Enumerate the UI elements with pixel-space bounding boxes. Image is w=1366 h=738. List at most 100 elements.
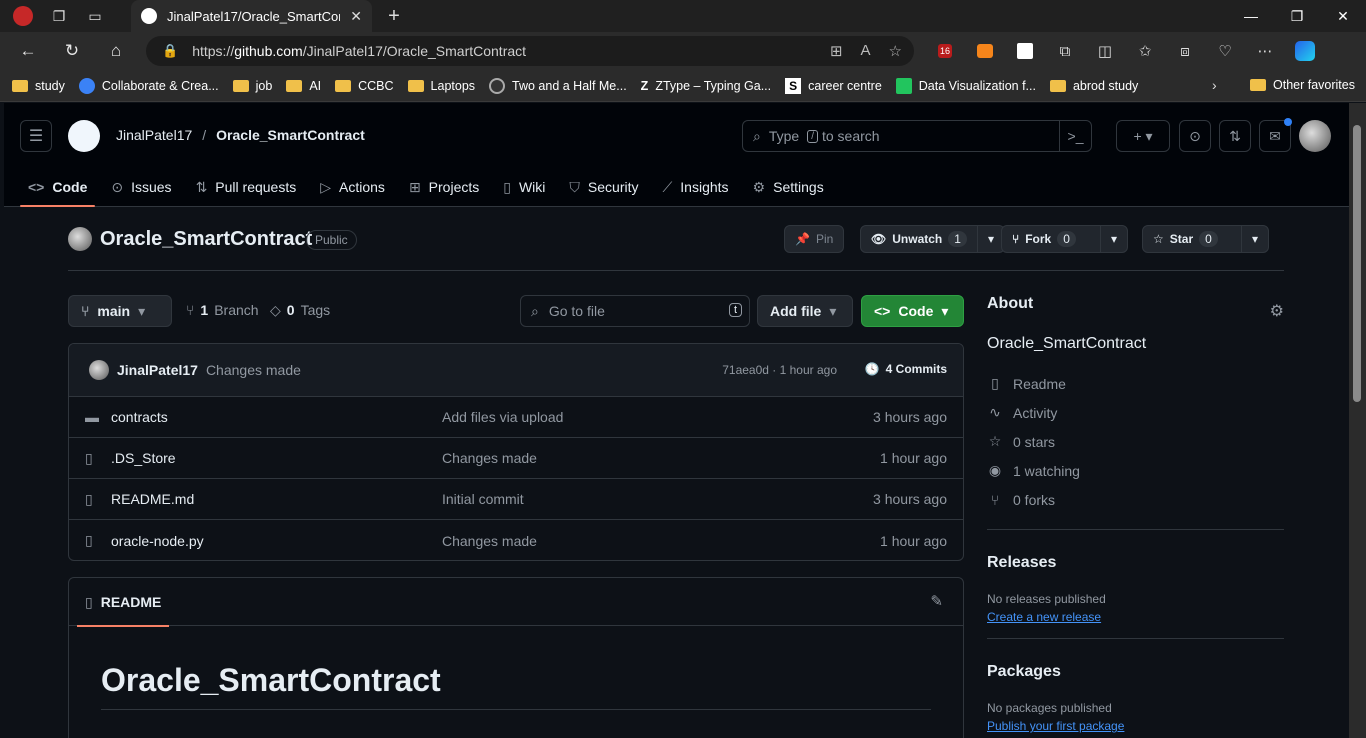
commit-message[interactable]: Changes made [206,362,301,378]
gear-icon[interactable]: ⚙ [1270,301,1284,321]
publish-package-link[interactable]: Publish your first package [987,719,1124,733]
file-commit-message[interactable]: Initial commit [442,491,524,507]
metamask-icon[interactable] [972,38,998,64]
star-button[interactable]: ☆ Star 0 ▾ [1142,225,1270,253]
close-window-button[interactable]: ✕ [1320,0,1366,32]
bookmark-item[interactable]: study [12,79,65,93]
table-row[interactable]: ▯ README.md Initial commit 3 hours ago [69,479,963,520]
readme-link[interactable]: ▯ Readme [987,369,1284,398]
fork-button[interactable]: ⑂ Fork 0 ▾ [1001,225,1129,253]
favorite-star-icon[interactable]: ☆ [889,42,902,60]
split-screen-icon[interactable]: ◫ [1092,38,1118,64]
copilot-icon[interactable] [1292,38,1318,64]
bookmark-ext-icon[interactable] [1012,38,1038,64]
other-favorites[interactable]: Other favorites [1250,78,1355,92]
create-release-link[interactable]: Create a new release [987,610,1101,624]
go-to-file-input[interactable]: ⌕ Go to file t [520,295,750,327]
profile-icon[interactable] [8,4,38,28]
file-commit-message[interactable]: Add files via upload [442,409,563,425]
bookmark-item[interactable]: AI [286,79,321,93]
bookmark-item[interactable]: Data Visualization f... [895,77,1036,94]
command-palette-icon[interactable]: >_ [1059,121,1091,151]
scrollbar-thumb[interactable] [1353,125,1361,402]
bookmark-item[interactable]: Scareer centre [785,77,882,94]
bookmark-item[interactable]: Laptops [407,79,475,93]
browser-tab[interactable]: JinalPatel17/Oracle_SmartContra ✕ [131,0,372,32]
chevron-right-icon[interactable]: › [1212,77,1217,93]
tab-insights[interactable]: ⟋ Insights [654,167,736,207]
file-commit-message[interactable]: Changes made [442,450,537,466]
owner-avatar[interactable] [68,227,92,251]
search-input[interactable]: ⌕ Type / to search >_ [742,120,1092,152]
tab-security[interactable]: ⛉ Security [561,167,646,207]
issues-icon[interactable]: ⊙ [1179,120,1211,152]
new-tab-button[interactable]: + [382,4,406,28]
workspaces-icon[interactable]: ❐ [44,4,74,28]
stars-link[interactable]: ☆ 0 stars [987,427,1284,456]
tab-pull-requests[interactable]: ⇅ Pull requests [188,167,305,207]
commits-link[interactable]: 🕓 4 Commits [865,362,947,376]
bookmark-item[interactable]: Collaborate & Crea... [78,77,219,94]
repo-link[interactable]: Oracle_SmartContract [216,127,365,143]
file-name[interactable]: oracle-node.py [111,533,204,549]
extensions-icon[interactable]: ⧉ [1052,38,1078,64]
code-button[interactable]: <> Code ▾ [861,295,964,327]
refresh-button[interactable]: ↻ [58,38,86,64]
branch-selector[interactable]: ⑂ main ▾ [68,295,172,327]
table-row[interactable]: ▬ contracts Add files via upload 3 hours… [69,397,963,438]
owner-link[interactable]: JinalPatel17 [116,127,192,143]
collections-icon[interactable]: ⧈ [1172,38,1198,64]
menu-button[interactable]: ☰ [20,120,52,152]
add-file-button[interactable]: Add file ▾ [757,295,853,327]
github-logo-icon[interactable] [68,120,100,152]
tags-link[interactable]: ◇ 0 Tags [270,302,330,319]
bookmark-item[interactable]: abrod study [1049,79,1138,93]
scrollbar[interactable] [1349,103,1366,738]
releases-title[interactable]: Releases [987,554,1284,572]
unwatch-button[interactable]: 👁 Unwatch 1 ▾ [860,225,1005,253]
table-row[interactable]: ▯ .DS_Store Changes made 1 hour ago [69,438,963,479]
avatar[interactable] [89,360,109,380]
file-name[interactable]: README.md [111,491,194,507]
tab-actions[interactable]: ▷ Actions [312,167,393,207]
activity-link[interactable]: ∿ Activity [987,398,1284,427]
tab-readme[interactable]: ▯ README [77,578,170,627]
file-commit-message[interactable]: Changes made [442,533,537,549]
tab-issues[interactable]: ⊙ Issues [103,167,179,207]
watching-link[interactable]: ◉ 1 watching [987,456,1284,485]
app-available-icon[interactable]: ⊞ [830,42,843,60]
extension-badge-icon[interactable]: 16 [932,38,958,64]
close-tab-icon[interactable]: ✕ [350,8,362,25]
table-row[interactable]: ▯ oracle-node.py Changes made 1 hour ago [69,520,963,560]
read-aloud-icon[interactable]: A [861,42,871,60]
pull-requests-icon[interactable]: ⇅ [1219,120,1251,152]
forks-link[interactable]: ⑂ 0 forks [987,485,1284,514]
minimize-button[interactable]: — [1228,0,1274,32]
chevron-down-icon[interactable]: ▾ [1100,226,1127,252]
back-button[interactable]: ← [14,38,42,64]
tab-code[interactable]: <> Code [20,167,96,207]
create-new-button[interactable]: + ▾ [1116,120,1170,152]
commit-author[interactable]: JinalPatel17 [117,362,198,378]
bookmark-item[interactable]: CCBC [335,79,394,93]
settings-more-icon[interactable]: ⋯ [1252,38,1278,64]
address-bar[interactable]: 🔒 https://github.com/JinalPatel17/Oracle… [146,36,914,66]
bookmark-item[interactable]: job [232,79,272,93]
home-button[interactable]: ⌂ [102,38,130,64]
maximize-button[interactable]: ❐ [1274,0,1320,32]
chevron-down-icon[interactable]: ▾ [976,226,1004,252]
branches-link[interactable]: ⑂ 1 Branch [186,302,259,318]
bookmark-item[interactable]: Z ZType – Typing Ga... [641,79,771,93]
tab-settings[interactable]: ⚙ Settings [745,167,832,207]
edit-pencil-icon[interactable]: ✎ [930,592,943,610]
favorites-icon[interactable]: ✩ [1132,38,1158,64]
pin-button[interactable]: 📌 Pin [784,225,845,253]
tab-projects[interactable]: ⊞ Projects [401,167,487,207]
tab-wiki[interactable]: ▯ Wiki [495,167,553,207]
packages-title[interactable]: Packages [987,663,1284,681]
file-name[interactable]: .DS_Store [111,450,176,466]
browser-essentials-icon[interactable]: ♡ [1212,38,1238,64]
avatar[interactable] [1299,120,1331,152]
chevron-down-icon[interactable]: ▾ [1241,226,1268,252]
tab-actions-icon[interactable]: ▭ [80,4,110,28]
